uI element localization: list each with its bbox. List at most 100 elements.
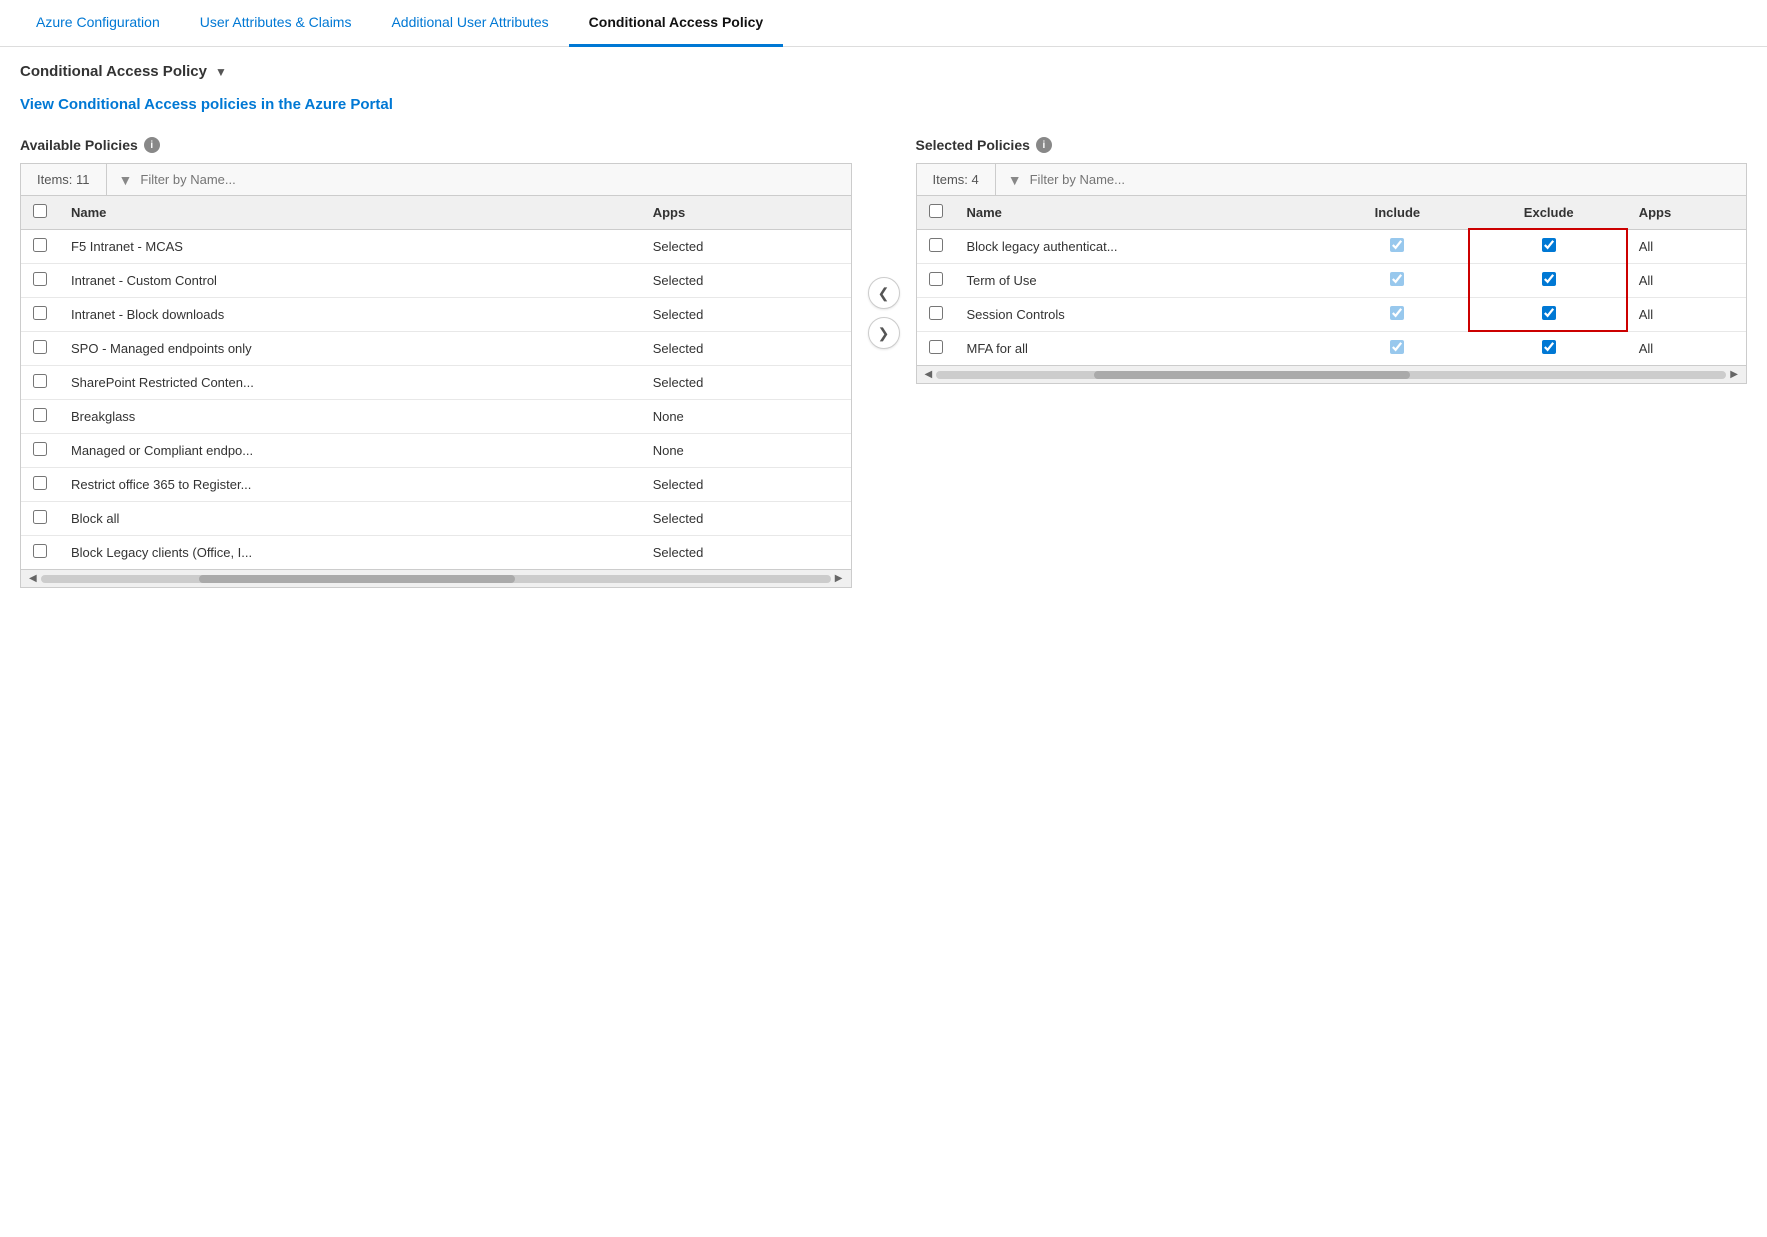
available-row-cb-2[interactable] xyxy=(33,306,47,320)
available-row-checkbox[interactable] xyxy=(21,298,59,332)
available-row-checkbox[interactable] xyxy=(21,434,59,468)
selected-policies-filter-wrapper: ▼ xyxy=(996,166,1746,194)
selected-row-checkbox[interactable] xyxy=(917,298,955,332)
selected-row-include-cb-2[interactable] xyxy=(1390,306,1404,320)
azure-portal-link[interactable]: View Conditional Access policies in the … xyxy=(20,96,393,113)
selected-row-include[interactable] xyxy=(1324,264,1471,298)
selected-row-include-cb-0[interactable] xyxy=(1390,238,1404,252)
selected-row-exclude-cb-1[interactable] xyxy=(1542,272,1556,286)
available-policies-filter-input[interactable] xyxy=(140,172,838,187)
selected-row-cb-0[interactable] xyxy=(929,238,943,252)
selected-policies-title: Selected Policies i xyxy=(916,137,1748,153)
available-row-apps: Selected xyxy=(641,230,851,264)
available-row-cb-9[interactable] xyxy=(33,544,47,558)
selected-row-include[interactable] xyxy=(1324,230,1471,264)
selected-policies-filter-bar: Items: 4 ▼ xyxy=(917,164,1747,196)
selected-policies-filter-input[interactable] xyxy=(1030,172,1734,187)
available-scroll-track[interactable] xyxy=(41,575,831,583)
available-row-apps: Selected xyxy=(641,502,851,536)
selected-row-exclude-cb-3[interactable] xyxy=(1542,340,1556,354)
transfer-arrows: ❮ ❯ xyxy=(868,277,900,349)
section-title: Conditional Access Policy xyxy=(20,63,207,80)
available-row-apps: None xyxy=(641,434,851,468)
available-policies-filter-wrapper: ▼ xyxy=(107,166,851,194)
available-row-cb-3[interactable] xyxy=(33,340,47,354)
available-policy-row: Restrict office 365 to Register... Selec… xyxy=(21,468,851,502)
available-select-all-checkbox[interactable] xyxy=(33,204,47,218)
tab-conditional-access[interactable]: Conditional Access Policy xyxy=(569,0,784,47)
available-row-checkbox[interactable] xyxy=(21,468,59,502)
available-row-apps: Selected xyxy=(641,332,851,366)
selected-policies-panel: Selected Policies i Items: 4 ▼ xyxy=(916,137,1748,384)
selected-row-cb-3[interactable] xyxy=(929,340,943,354)
available-row-cb-4[interactable] xyxy=(33,374,47,388)
selected-policy-row: Session Controls All xyxy=(917,298,1747,332)
available-row-cb-5[interactable] xyxy=(33,408,47,422)
available-row-cb-0[interactable] xyxy=(33,238,47,252)
available-policies-scroll-area[interactable]: Name Apps F5 Intranet - MCAS Selected In… xyxy=(21,196,851,569)
available-policies-filter-icon: ▼ xyxy=(119,172,133,188)
selected-col-apps: Apps xyxy=(1627,196,1746,230)
available-policies-scrollbar[interactable]: ◀ ▶ xyxy=(21,569,851,587)
selected-policies-scrollbar[interactable]: ◀ ▶ xyxy=(917,365,1747,383)
available-col-apps: Apps xyxy=(641,196,851,230)
selected-row-exclude[interactable] xyxy=(1471,230,1627,264)
selected-row-include[interactable] xyxy=(1324,298,1471,332)
selected-row-exclude-cb-0[interactable] xyxy=(1542,238,1556,252)
selected-row-apps: All xyxy=(1627,332,1746,366)
available-row-cb-6[interactable] xyxy=(33,442,47,456)
selected-row-exclude[interactable] xyxy=(1471,264,1627,298)
transfer-right-button[interactable]: ❯ xyxy=(868,317,900,349)
selected-row-name: MFA for all xyxy=(955,332,1325,366)
available-policy-row: Intranet - Custom Control Selected xyxy=(21,264,851,298)
selected-row-checkbox[interactable] xyxy=(917,264,955,298)
tab-additional-user-attributes[interactable]: Additional User Attributes xyxy=(371,0,568,47)
selected-scroll-left-arrow[interactable]: ◀ xyxy=(921,369,937,380)
available-row-name: Block Legacy clients (Office, I... xyxy=(59,536,641,570)
available-scroll-thumb xyxy=(199,575,515,583)
selected-policies-tbody: Block legacy authenticat... All Term of … xyxy=(917,230,1747,366)
section-dropdown-arrow[interactable]: ▼ xyxy=(215,65,227,79)
available-policy-row: Managed or Compliant endpo... None xyxy=(21,434,851,468)
available-row-name: Managed or Compliant endpo... xyxy=(59,434,641,468)
selected-policy-row: Term of Use All xyxy=(917,264,1747,298)
selected-row-exclude[interactable] xyxy=(1471,332,1627,366)
available-row-checkbox[interactable] xyxy=(21,502,59,536)
selected-row-exclude[interactable] xyxy=(1471,298,1627,332)
available-row-checkbox[interactable] xyxy=(21,264,59,298)
available-row-cb-7[interactable] xyxy=(33,476,47,490)
selected-row-checkbox[interactable] xyxy=(917,230,955,264)
selected-row-cb-1[interactable] xyxy=(929,272,943,286)
available-scroll-left-arrow[interactable]: ◀ xyxy=(25,573,41,584)
selected-scroll-track[interactable] xyxy=(936,371,1726,379)
selected-row-include[interactable] xyxy=(1324,332,1471,366)
tab-azure-config[interactable]: Azure Configuration xyxy=(16,0,180,47)
selected-row-include-cb-3[interactable] xyxy=(1390,340,1404,354)
available-row-checkbox[interactable] xyxy=(21,536,59,570)
available-row-checkbox[interactable] xyxy=(21,400,59,434)
available-row-apps: Selected xyxy=(641,536,851,570)
available-col-name: Name xyxy=(59,196,641,230)
transfer-left-button[interactable]: ❮ xyxy=(868,277,900,309)
selected-row-include-cb-1[interactable] xyxy=(1390,272,1404,286)
selected-scroll-right-arrow[interactable]: ▶ xyxy=(1726,369,1742,380)
selected-row-name: Term of Use xyxy=(955,264,1325,298)
selected-row-cb-2[interactable] xyxy=(929,306,943,320)
available-scroll-right-arrow[interactable]: ▶ xyxy=(831,573,847,584)
selected-policies-info-icon: i xyxy=(1036,137,1052,153)
available-row-checkbox[interactable] xyxy=(21,230,59,264)
available-row-cb-1[interactable] xyxy=(33,272,47,286)
available-row-checkbox[interactable] xyxy=(21,366,59,400)
tab-user-attributes[interactable]: User Attributes & Claims xyxy=(180,0,372,47)
selected-select-all-checkbox[interactable] xyxy=(929,204,943,218)
available-row-apps: Selected xyxy=(641,366,851,400)
selected-row-checkbox[interactable] xyxy=(917,332,955,366)
available-row-checkbox[interactable] xyxy=(21,332,59,366)
available-row-cb-8[interactable] xyxy=(33,510,47,524)
selected-row-name: Session Controls xyxy=(955,298,1325,332)
selected-row-exclude-cb-2[interactable] xyxy=(1542,306,1556,320)
available-policies-info-icon: i xyxy=(144,137,160,153)
selected-policies-table-wrapper: Items: 4 ▼ Name xyxy=(916,163,1748,384)
selected-policies-filter-icon: ▼ xyxy=(1008,172,1022,188)
available-policy-row: Breakglass None xyxy=(21,400,851,434)
